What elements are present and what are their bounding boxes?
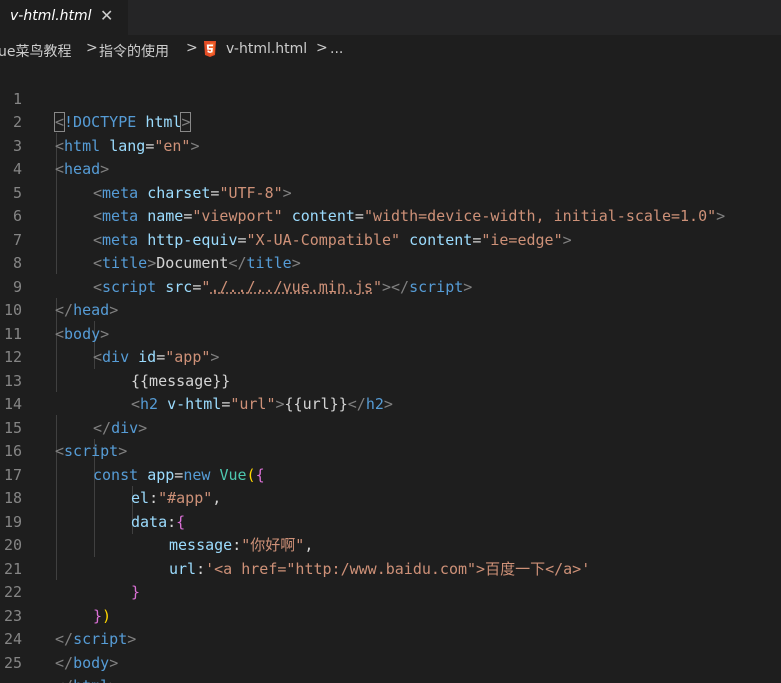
html5-icon <box>204 41 216 57</box>
code-line: 13 <h2 v-html="url">{{url}}</h2> <box>0 346 781 414</box>
code-line: 24 </body> <box>0 605 781 672</box>
code-line: 17 el:"#app", <box>0 440 781 508</box>
line-number: 25 <box>3 653 22 672</box>
chevron-right-icon: > <box>186 40 198 56</box>
code-line: 19 message:"你好啊", <box>0 487 781 555</box>
breadcrumb-folder-root[interactable]: ue菜鸟教程 <box>0 41 72 61</box>
code-line: 25 </html> <box>0 628 781 683</box>
code-token: > <box>109 653 119 672</box>
tab-title: v-html.html <box>10 8 92 24</box>
code-line: 14 </div> <box>0 370 781 437</box>
code-token: </ <box>55 653 74 672</box>
code-line: 10 <body> <box>0 276 781 343</box>
code-line: 22 }) <box>0 558 781 625</box>
code-line: 9 </head> <box>0 252 781 320</box>
code-line: 1 <!DOCTYPE html> <box>0 64 781 132</box>
code-token: </ <box>55 677 73 683</box>
breadcrumb-file[interactable]: v-html.html <box>226 41 307 57</box>
code-line: 11 <div id="app"> <box>0 299 781 367</box>
code-line: 23 </script> <box>0 581 781 649</box>
code-line: 5 <meta name="viewport" content="width=d… <box>0 158 781 226</box>
code-editor[interactable]: 1 <!DOCTYPE html> 2 <html lang="en"> 3 <… <box>0 62 781 683</box>
close-icon[interactable]: ✕ <box>100 6 113 26</box>
breadcrumb-symbol[interactable]: ... <box>330 41 343 57</box>
breadcrumb-folder-directive[interactable]: 指令的使用 <box>99 41 169 61</box>
code-line: 20 url:'<a href="http:/www.baidu.com">百度… <box>0 511 781 578</box>
code-token: body <box>73 653 110 672</box>
chevron-right-icon: > <box>86 40 98 56</box>
code-line: 18 data:{ <box>0 464 781 531</box>
code-line: 12 {{message}} <box>0 323 781 390</box>
code-line: 3 <head> <box>0 111 781 179</box>
code-line: 6 <meta http-equiv="X-UA-Compatible" con… <box>0 182 781 249</box>
code-token: > <box>109 677 118 683</box>
chevron-right-icon: > <box>316 40 328 56</box>
breadcrumb: ue菜鸟教程 > 指令的使用 > v-html.html > ... <box>0 38 781 62</box>
code-line: 2 <html lang="en"> <box>0 88 781 155</box>
code-line: 15 <script> <box>0 393 781 461</box>
code-line: 21 } <box>0 534 781 602</box>
code-line: 16 const app=new Vue({ <box>0 417 781 484</box>
code-line: 7 <title>Document</title> <box>0 205 781 273</box>
code-line: 8 <script src="./../../vue.min.js"></scr… <box>0 229 781 296</box>
tab-bar: v-html.html ✕ <box>0 0 781 35</box>
code-token: html <box>73 677 109 683</box>
code-line: 4 <meta charset="UTF-8"> <box>0 135 781 202</box>
editor-tab-v-html[interactable]: v-html.html ✕ <box>0 0 128 35</box>
